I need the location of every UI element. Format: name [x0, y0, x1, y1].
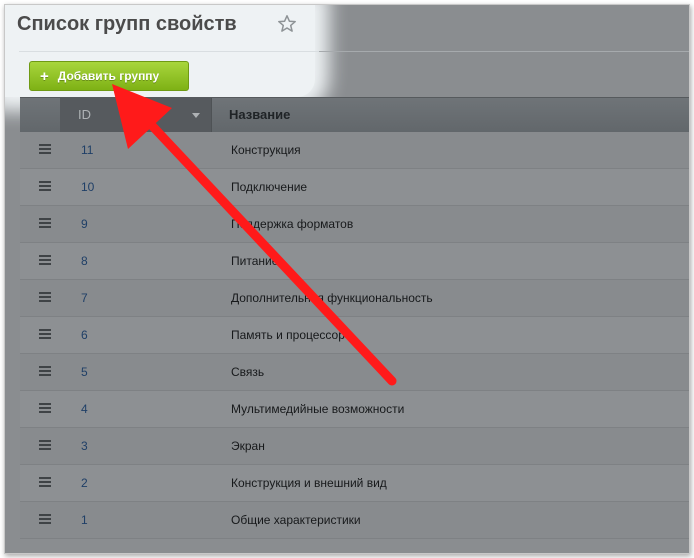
table-row[interactable]: 4 Мультимедийные возможности — [20, 391, 689, 428]
table-row[interactable]: 11 Конструкция — [20, 132, 689, 169]
property-groups-table: ID Название 11 Конструкция 10 Подключение 9 П… — [20, 97, 689, 539]
row-name: Дополнительная функциональность — [231, 291, 433, 305]
row-name: Мультимедийные возможности — [231, 402, 405, 416]
column-id-label: ID — [78, 107, 91, 122]
star-icon[interactable] — [277, 14, 297, 34]
table-body: 11 Конструкция 10 Подключение 9 Поддержка фор… — [20, 132, 689, 539]
column-name-header[interactable]: Название — [229, 98, 290, 132]
row-id-link[interactable]: 10 — [81, 169, 94, 206]
table-row[interactable]: 7 Дополнительная функциональность — [20, 280, 689, 317]
row-id-link[interactable]: 3 — [81, 428, 88, 465]
plus-icon: + — [40, 67, 49, 85]
row-name: Питание — [231, 254, 279, 268]
row-name: Конструкция и внешний вид — [231, 476, 387, 490]
row-id-link[interactable]: 7 — [81, 280, 88, 317]
drag-handle-icon[interactable] — [39, 440, 51, 450]
column-separator — [211, 98, 212, 132]
row-name: Связь — [231, 365, 265, 379]
add-group-label: Добавить группу — [57, 69, 160, 83]
table-row[interactable]: 6 Память и процессор — [20, 317, 689, 354]
drag-handle-icon[interactable] — [39, 403, 51, 413]
table-row[interactable]: 3 Экран — [20, 428, 689, 465]
row-id-link[interactable]: 2 — [81, 465, 88, 502]
toolbar-divider-highlight — [19, 51, 319, 52]
table-row[interactable]: 5 Связь — [20, 354, 689, 391]
drag-handle-icon[interactable] — [39, 218, 51, 228]
row-name: Подключение — [231, 180, 308, 194]
table-row[interactable]: 8 Питание — [20, 243, 689, 280]
add-group-button[interactable]: + Добавить группу — [29, 61, 189, 91]
row-name: Поддержка форматов — [231, 217, 354, 231]
row-id-link[interactable]: 1 — [81, 502, 88, 539]
row-id-link[interactable]: 6 — [81, 317, 88, 354]
row-name: Экран — [231, 439, 265, 453]
drag-handle-icon[interactable] — [39, 255, 51, 265]
table-row[interactable]: 9 Поддержка форматов — [20, 206, 689, 243]
row-id-link[interactable]: 4 — [81, 391, 88, 428]
drag-handle-icon[interactable] — [39, 292, 51, 302]
row-id-link[interactable]: 11 — [81, 132, 93, 169]
table-row[interactable]: 10 Подключение — [20, 169, 689, 206]
drag-handle-icon[interactable] — [39, 329, 51, 339]
drag-handle-icon[interactable] — [39, 181, 51, 191]
table-header: ID Название — [20, 97, 689, 132]
row-name: Общие характеристики — [231, 513, 361, 527]
table-row[interactable]: 2 Конструкция и внешний вид — [20, 465, 689, 502]
drag-handle-icon[interactable] — [39, 514, 51, 524]
drag-handle-icon[interactable] — [39, 477, 51, 487]
drag-handle-icon[interactable] — [39, 144, 51, 154]
row-id-link[interactable]: 9 — [81, 206, 88, 243]
table-row[interactable]: 1 Общие характеристики — [20, 502, 689, 539]
row-id-link[interactable]: 5 — [81, 354, 88, 391]
drag-handle-icon[interactable] — [39, 366, 51, 376]
page-title: Список групп свойств — [17, 13, 237, 35]
page-frame: Список групп свойств + Добавить группу I… — [4, 4, 690, 554]
row-name: Конструкция — [231, 143, 301, 157]
row-name: Память и процессор — [231, 328, 345, 342]
sort-down-icon[interactable] — [192, 113, 200, 118]
row-id-link[interactable]: 8 — [81, 243, 88, 280]
